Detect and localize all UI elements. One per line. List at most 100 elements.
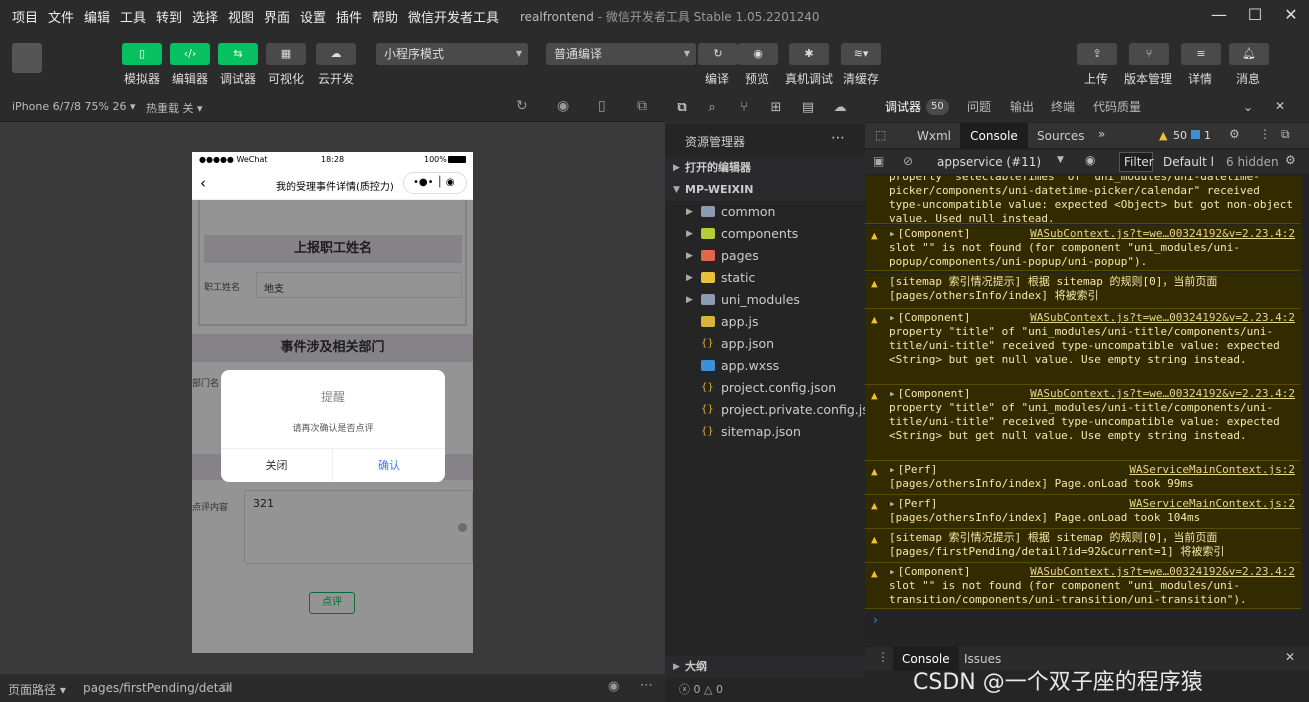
console-warning-entry[interactable]: ▲ WASubContext.js?t=we…00324192&v=2.23.4:… — [865, 309, 1301, 385]
popout-icon[interactable]: ⧉ — [637, 98, 647, 114]
gear-icon[interactable]: ⚙ — [1285, 153, 1296, 167]
back-icon[interactable]: ‹ — [200, 174, 206, 192]
stop-icon[interactable]: ◉ — [557, 98, 569, 114]
files-icon[interactable]: ⧉ — [673, 100, 691, 118]
tab-code-quality[interactable]: 代码质量 — [1093, 92, 1141, 122]
device-select[interactable]: iPhone 6/7/8 75% 26 ▾ — [12, 100, 136, 113]
version-button[interactable]: ⑂ — [1129, 43, 1169, 65]
more-icon[interactable]: ⋯ — [831, 130, 845, 146]
log-source-link[interactable]: WAServiceMainContext.js:2 — [1129, 497, 1295, 511]
tab-output[interactable]: 输出 — [1010, 92, 1034, 122]
menu-edit[interactable]: 编辑 — [84, 7, 110, 26]
tab-console[interactable]: Console — [960, 123, 1028, 149]
expand-icon[interactable]: ▸ — [889, 463, 896, 476]
storage-icon[interactable]: ▤ — [799, 100, 817, 118]
minimize-icon[interactable]: — — [1208, 4, 1230, 26]
tree-file-project-private-config[interactable]: {} project.private.config.js... — [665, 399, 881, 421]
editor-toggle-button[interactable]: ‹/› — [170, 43, 210, 65]
console-warning-entry[interactable]: ▲ WASubContext.js?t=we…00324192&v=2.23.4:… — [865, 225, 1301, 271]
refresh-icon[interactable]: ↻ — [516, 98, 528, 114]
expand-icon[interactable]: ▸ — [889, 497, 896, 510]
expand-icon[interactable]: ▸ — [889, 227, 896, 240]
phone-icon[interactable]: ▯ — [598, 98, 606, 114]
project-header[interactable]: ▼ MP-WEIXIN — [665, 179, 865, 201]
sidebar-toggle-icon[interactable]: ▣ — [873, 154, 884, 168]
menu-settings[interactable]: 设置 — [300, 7, 326, 26]
tab-sources[interactable]: Sources — [1037, 129, 1084, 143]
tab-wxml[interactable]: Wxml — [917, 129, 951, 143]
clear-cache-button[interactable]: ≋▾ — [841, 43, 881, 65]
menu-view[interactable]: 视图 — [228, 7, 254, 26]
menu-tools[interactable]: 工具 — [120, 7, 146, 26]
chevron-down-icon[interactable]: ⌄ — [1243, 100, 1253, 114]
log-source-link[interactable]: WASubContext.js?t=we…00324192&v=2.23.4:2 — [1030, 311, 1295, 325]
console-warning-entry[interactable]: ▲ WAServiceMainContext.js:2 ▸ [Perf] [pages/… — [865, 495, 1301, 529]
open-editors-header[interactable]: ▶ 打开的编辑器 — [665, 157, 865, 179]
context-select[interactable]: appservice (#11) — [937, 155, 1041, 169]
eye-icon[interactable]: ◉ — [608, 679, 619, 694]
menu-file[interactable]: 文件 — [48, 7, 74, 26]
tree-file-sitemap[interactable]: {} sitemap.json — [665, 421, 865, 443]
more-tabs-icon[interactable]: » — [1098, 127, 1105, 141]
mode-select[interactable]: 小程序模式 ▼ — [376, 43, 528, 65]
menu-interface[interactable]: 界面 — [264, 7, 290, 26]
tab-terminal[interactable]: 终端 — [1051, 92, 1075, 122]
close-icon[interactable]: ✕ — [1280, 4, 1302, 26]
kebab-icon[interactable]: ⋮ — [877, 650, 889, 664]
tree-file-app-wxss[interactable]: app.wxss — [665, 355, 865, 377]
info-count-badge[interactable]: 1 — [1204, 129, 1211, 142]
clear-console-icon[interactable]: ⊘ — [903, 154, 913, 168]
filter-input[interactable]: Filter — [1119, 152, 1154, 172]
messages-button[interactable]: 🔔︎ — [1229, 43, 1269, 65]
menu-plugins[interactable]: 插件 — [336, 7, 362, 26]
warning-count-badge[interactable]: 50 — [1173, 129, 1187, 142]
menu-goto[interactable]: 转到 — [156, 7, 182, 26]
tree-folder-static[interactable]: ▶ static — [665, 267, 865, 289]
log-source-link[interactable]: WASubContext.js?t=we…00324192&v=2.23.4:2 — [1030, 387, 1295, 401]
menu-devtools[interactable]: 微信开发者工具 — [408, 7, 499, 26]
modal-cancel-button[interactable]: 关闭 — [221, 449, 333, 482]
modal-confirm-button[interactable]: 确认 — [333, 449, 445, 482]
outline-header[interactable]: ▶ 大纲 — [665, 656, 865, 678]
compile-mode-select[interactable]: 普通编译 ▼ — [546, 43, 696, 65]
console-warning-entry[interactable]: ▲ WASubContext.js?t=we…00324192&v=2.23.4:… — [865, 563, 1301, 609]
upload-button[interactable]: ⇪ — [1077, 43, 1117, 65]
expand-icon[interactable]: ▸ — [889, 565, 896, 578]
inspect-icon[interactable]: ⬚ — [875, 128, 886, 142]
console-warning-entry[interactable]: ▲ WASubContext.js?t=we…00324192&v=2.23.4:… — [865, 385, 1301, 461]
extensions-icon[interactable]: ⊞ — [767, 100, 785, 118]
eye-icon[interactable]: ◉ — [1085, 153, 1095, 167]
close-icon[interactable]: ✕ — [1285, 650, 1295, 664]
debugger-toggle-button[interactable]: ⇆ — [218, 43, 258, 65]
details-button[interactable]: ≡ — [1181, 43, 1221, 65]
compile-button[interactable]: ↻ — [698, 43, 738, 65]
tree-folder-components[interactable]: ▶ components — [665, 223, 865, 245]
simulator-toggle-button[interactable]: ▯ — [122, 43, 162, 65]
page-path-toggle[interactable]: 页面路径 ▾ — [8, 681, 66, 698]
log-source-link[interactable]: WAServiceMainContext.js:2 — [1129, 463, 1295, 477]
expand-icon[interactable]: ▸ — [889, 311, 896, 324]
expand-icon[interactable]: ▸ — [889, 387, 896, 400]
maximize-icon[interactable]: ☐ — [1244, 4, 1266, 26]
git-icon[interactable]: ⑂ — [735, 100, 753, 118]
cloud-icon[interactable]: ☁ — [831, 100, 849, 118]
console-warning-entry[interactable]: ▲ WAServiceMainContext.js:2 ▸ [Perf] [pages/… — [865, 461, 1301, 495]
cloud-button[interactable]: ☁ — [316, 43, 356, 65]
hot-reload-toggle[interactable]: 热重载 关 ▾ — [146, 100, 203, 116]
tree-file-app-json[interactable]: {} app.json — [665, 333, 865, 355]
kebab-icon[interactable]: ⋮ — [1259, 127, 1271, 141]
menu-help[interactable]: 帮助 — [372, 7, 398, 26]
console-prompt-icon[interactable]: › — [873, 613, 878, 627]
search-icon[interactable]: ⌕ — [703, 100, 721, 118]
tab-debugger[interactable]: 调试器 — [885, 92, 921, 122]
copy-icon[interactable]: ⧉ — [222, 680, 231, 695]
dock-icon[interactable]: ⧉ — [1281, 127, 1290, 142]
real-debug-button[interactable]: ✱ — [789, 43, 829, 65]
gear-icon[interactable]: ⚙ — [1229, 127, 1240, 141]
tree-folder-uni-modules[interactable]: ▶ uni_modules — [665, 289, 865, 311]
capsule-menu-button[interactable]: •●• │ ◉ — [403, 172, 467, 194]
avatar[interactable] — [12, 43, 42, 73]
log-levels-select[interactable]: Default l — [1163, 155, 1214, 169]
menu-project[interactable]: 项目 — [12, 7, 38, 26]
menu-select[interactable]: 选择 — [192, 7, 218, 26]
